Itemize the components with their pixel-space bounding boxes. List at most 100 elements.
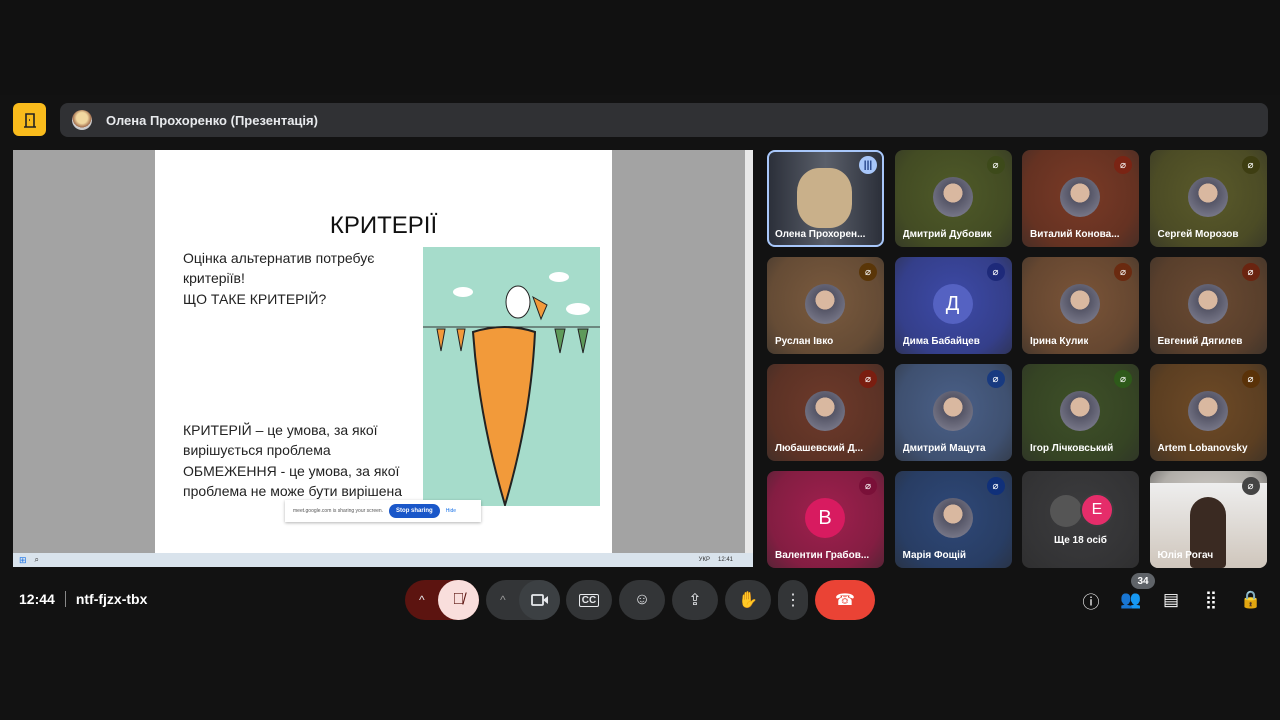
chevron-up-icon: ^ [419, 593, 425, 607]
participant-avatar [1060, 177, 1100, 217]
mic-off-icon: ⌀ [1114, 263, 1132, 281]
hand-icon: ✋ [738, 592, 758, 609]
slide-text: КРИТЕРІЙ – це умова, за якої [183, 422, 378, 438]
presentation-bar[interactable]: Олена Прохоренко (Презентація) [60, 103, 1268, 137]
info-icon: ⓘ [1082, 592, 1100, 612]
presentation-title: Олена Прохоренко (Презентація) [106, 112, 318, 128]
participant-name: Марія Фощій [902, 550, 967, 561]
chevron-up-icon: ^ [500, 593, 506, 607]
participant-tile[interactable]: Виталий Конова... ⌀ [1022, 150, 1139, 247]
speaking-indicator-icon: ||| [859, 156, 877, 174]
more-options-button[interactable]: ⋮ [778, 580, 808, 620]
lock-icon: 🔒 [1240, 590, 1262, 609]
emoji-icon: ☺ [633, 591, 651, 608]
participant-name: Руслан Івко [775, 336, 834, 347]
mic-off-icon: ⌀ [1241, 263, 1260, 281]
participant-avatar [932, 177, 973, 217]
stop-sharing-button[interactable]: Stop sharing [389, 504, 440, 518]
participant-tile[interactable]: Д Дима Бабайцев ⌀ [894, 257, 1012, 354]
call-end-icon: ☎ [835, 592, 855, 609]
windows-taskbar: ⊞ ⌕ УКР 12:41 [13, 553, 753, 567]
shared-screen: КРИТЕРІЇ Оцінка альтернатив потребує кри… [13, 150, 753, 567]
mic-off-icon: 🎙̸ [452, 591, 465, 608]
participant-tile[interactable]: Дмитрий Мацута ⌀ [894, 364, 1012, 461]
camera-icon [530, 594, 548, 606]
participant-tile[interactable]: Любашевский Д... ⌀ [767, 364, 884, 461]
leave-call-button[interactable]: ☎ [815, 580, 875, 620]
participant-tile[interactable]: Ігор Лічковський ⌀ [1022, 364, 1139, 461]
participant-avatar [932, 498, 973, 538]
participant-tile[interactable]: Ірина Кулик ⌀ [1022, 257, 1139, 354]
screen-share-notice: meet.google.com is sharing your screen. … [285, 500, 481, 522]
hide-button[interactable]: Hide [446, 508, 456, 514]
participant-name: Дмитрий Мацута [902, 443, 986, 454]
letterbox-top [0, 0, 1280, 95]
participant-avatar [805, 284, 845, 324]
participant-avatar [1187, 284, 1228, 324]
mic-off-icon: ⌀ [986, 477, 1005, 495]
raise-hand-button[interactable]: ✋ [725, 580, 771, 620]
reactions-button[interactable]: ☺ [619, 580, 665, 620]
tray-clock: 12:41 [717, 557, 733, 563]
slide-text: проблема не може бути вирішена [183, 483, 403, 499]
slide-title: КРИТЕРІЇ [329, 212, 438, 239]
participant-avatar [1060, 284, 1100, 324]
participant-tile[interactable]: Дмитрий Дубовик ⌀ [894, 150, 1012, 247]
participant-count-badge: 34 [1131, 573, 1155, 589]
search-icon[interactable]: ⌕ [35, 555, 39, 565]
mic-off-icon: ⌀ [859, 477, 877, 495]
participant-tile[interactable]: Руслан Івко ⌀ [767, 257, 884, 354]
participant-name: Юлія Рогач [1157, 550, 1214, 561]
mic-off-icon: ⌀ [986, 370, 1005, 388]
captions-button[interactable]: CC [566, 580, 612, 620]
more-vert-icon: ⋮ [785, 592, 801, 609]
camera-toggle-button[interactable] [519, 580, 560, 620]
participant-tile[interactable]: Artem Lobanovsky ⌀ [1149, 364, 1267, 461]
presenter-avatar [72, 110, 92, 130]
participant-tile[interactable]: Е Ще 18 осіб [1022, 471, 1139, 568]
participant-tile[interactable]: Евгений Дягилев ⌀ [1149, 257, 1267, 354]
participant-name: Виталий Конова... [1030, 229, 1120, 240]
meeting-details-button[interactable]: ⓘ [1079, 588, 1103, 612]
participant-name: Ігор Лічковський [1030, 443, 1114, 454]
windows-start-icon[interactable]: ⊞ [19, 555, 27, 566]
participant-tile[interactable]: Олена Прохорен... ||| [767, 150, 884, 247]
present-screen-icon: ⇪ [688, 592, 702, 609]
participant-avatar: Е [1080, 493, 1114, 527]
slide: КРИТЕРІЇ Оцінка альтернатив потребує кри… [155, 150, 612, 553]
chat-button[interactable]: ▤ [1159, 588, 1183, 612]
participant-name: Artem Lobanovsky [1157, 443, 1248, 454]
slide-text: ЩО ТАКЕ КРИТЕРІЙ? [183, 291, 327, 307]
activities-button[interactable]: ⣿ [1199, 588, 1223, 612]
slide-text: вирішується проблема [183, 442, 331, 458]
present-button[interactable]: ⇪ [672, 580, 718, 620]
meeting-info: 12:44 ntf-fjzx-tbx [19, 591, 147, 607]
participant-avatar [805, 391, 845, 431]
participant-tile[interactable]: Марія Фощій ⌀ [894, 471, 1012, 568]
mic-off-icon: ⌀ [1114, 156, 1132, 174]
host-controls-button[interactable]: 🔒 [1239, 588, 1263, 612]
share-notice-text: meet.google.com is sharing your screen. [293, 508, 384, 514]
participant-tile[interactable]: Сергей Морозов ⌀ [1149, 150, 1267, 247]
more-participants-label: Ще 18 осіб [1054, 535, 1107, 546]
slide-text: Оцінка альтернатив потребує [183, 250, 375, 266]
divider [64, 591, 66, 607]
participant-name: Евгений Дягилев [1157, 336, 1243, 347]
participant-tile[interactable]: Юлія Рогач ⌀ [1149, 471, 1267, 568]
participant-avatar [1060, 391, 1100, 431]
scrollbar[interactable] [745, 150, 753, 553]
participant-name: Дима Бабайцев [902, 336, 980, 347]
participant-avatar: В [805, 498, 845, 538]
mic-off-icon: ⌀ [859, 370, 877, 388]
mic-off-icon: ⌀ [1114, 370, 1132, 388]
participant-name: Валентин Грабов... [775, 550, 870, 561]
people-icon: 👥 [1120, 590, 1142, 609]
carrot-illustration [423, 247, 600, 509]
mic-off-icon: ⌀ [859, 263, 877, 281]
door-logo-icon[interactable] [13, 103, 46, 136]
mic-off-icon: ⌀ [1241, 156, 1260, 174]
mic-toggle-button[interactable]: 🎙̸ [438, 580, 479, 620]
participant-tile[interactable]: В Валентин Грабов... ⌀ [767, 471, 884, 568]
people-button[interactable]: 👥 [1119, 588, 1143, 612]
participant-name: Сергей Морозов [1157, 229, 1239, 240]
